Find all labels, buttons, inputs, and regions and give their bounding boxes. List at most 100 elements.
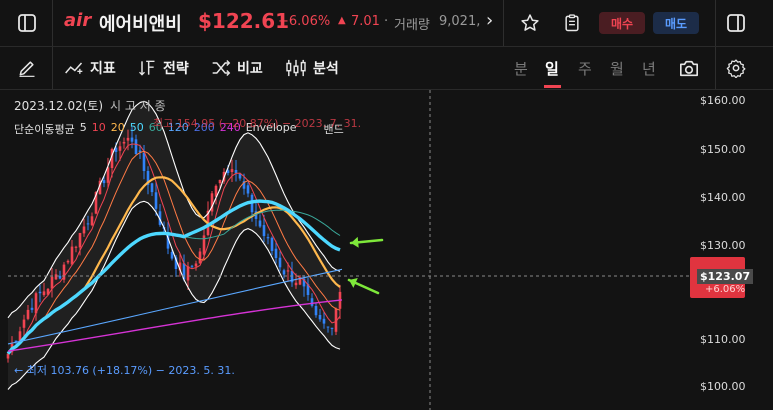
info-ohlc: 시 고 저 종 <box>110 99 166 113</box>
candle-body <box>190 265 194 267</box>
candle-body <box>78 233 82 248</box>
candle-body <box>258 220 262 227</box>
camera-icon[interactable] <box>676 56 702 80</box>
top-bar: air 에어비앤비 $122.61 +6.06% ▲ 7.01 · 거래량 9,… <box>0 0 773 47</box>
candle-body <box>218 179 222 184</box>
more-chevron-icon[interactable]: › <box>486 10 493 31</box>
candle-body <box>310 298 314 306</box>
candle-body <box>22 319 26 328</box>
star-icon[interactable] <box>517 11 543 35</box>
divider <box>52 47 53 89</box>
candle-body <box>262 225 266 236</box>
indicator-icon <box>65 62 83 74</box>
candle-body <box>82 226 86 234</box>
candle-body <box>118 146 122 151</box>
info-date: 2023.12.02(토) <box>14 99 104 113</box>
indicator-button[interactable]: 지표 <box>64 58 116 78</box>
gear-icon[interactable] <box>723 56 749 80</box>
period-month[interactable]: 월 <box>610 58 624 79</box>
candle-body <box>326 326 330 328</box>
period-week[interactable]: 주 <box>578 58 592 79</box>
current-price: $122.61 <box>198 9 290 33</box>
candle-body <box>186 266 190 281</box>
high-marker: 최고 154.95 (−20.87%) − 2023. 7. 31. <box>153 117 362 130</box>
compare-icon <box>212 60 231 76</box>
candle-body <box>42 291 46 296</box>
price-axis-label: $100.00 <box>700 380 746 393</box>
candle-body <box>150 183 154 193</box>
stock-name: 에어비앤비 <box>99 14 182 35</box>
annotation-arrow-upper-head <box>351 236 359 248</box>
candle-body <box>286 270 290 272</box>
volume-label: · <box>384 14 389 29</box>
envelope-band-fill <box>8 101 340 390</box>
price-axis-label: $150.00 <box>700 143 746 156</box>
candle-body <box>126 137 130 141</box>
candle-body <box>266 237 270 239</box>
candle-body <box>246 185 250 194</box>
sell-button[interactable]: 매도 <box>653 12 699 34</box>
ma-legend-10: 10 <box>91 121 106 134</box>
change-absolute: 7.01 <box>351 14 380 29</box>
strategy-icon <box>139 60 155 76</box>
candle-body <box>58 275 62 279</box>
panel-icon[interactable] <box>723 11 749 35</box>
candle-body <box>278 257 282 268</box>
analysis-icon <box>286 59 306 77</box>
candle-body <box>330 327 334 329</box>
divider <box>503 0 504 46</box>
buy-button[interactable]: 매수 <box>599 12 645 34</box>
candle-body <box>38 291 42 294</box>
candle-body <box>90 216 94 226</box>
candle-body <box>74 246 78 248</box>
candle-body <box>30 307 34 310</box>
candle-body <box>234 170 238 174</box>
strategy-label: 전략 <box>163 61 189 77</box>
compare-label: 비교 <box>237 61 263 77</box>
candle-body <box>130 137 134 142</box>
price-axis-label: $160.00 <box>700 94 746 107</box>
sidebar-toggle-icon[interactable] <box>14 11 40 35</box>
candle-body <box>194 263 198 267</box>
low-marker: ← 최저 103.76 (+18.17%) − 2023. 5. 31. <box>14 364 235 377</box>
candle-body <box>170 252 174 259</box>
ma-legend-50: 50 <box>129 121 144 134</box>
candle-body <box>134 139 138 154</box>
candle-body <box>54 274 58 280</box>
up-triangle-icon: ▲ <box>338 15 346 26</box>
current-price-pct: +6.06% <box>705 284 746 295</box>
volume-value: 9,021, <box>439 14 481 29</box>
candle-body <box>142 152 146 171</box>
candle-body <box>198 251 202 264</box>
candle-body <box>26 309 30 319</box>
change-percent: +6.06% <box>278 14 331 29</box>
candle-body <box>282 270 286 275</box>
candle-body <box>270 237 274 251</box>
price-axis-label: $110.00 <box>700 333 746 346</box>
candle-body <box>318 315 322 320</box>
period-day[interactable]: 일 <box>545 58 559 79</box>
candle-body <box>230 169 234 172</box>
clipboard-icon[interactable] <box>559 11 585 35</box>
price-axis-label: $140.00 <box>700 191 746 204</box>
indicator-label: 지표 <box>90 61 116 77</box>
chart-area[interactable]: 2023.12.02(토) 시 고 저 종 단순이동평균 5 10 20 50 … <box>0 90 773 410</box>
period-year[interactable]: 년 <box>642 58 656 79</box>
candle-body <box>322 318 326 324</box>
strategy-button[interactable]: 전략 <box>137 58 189 78</box>
period-minute[interactable]: 분 <box>514 58 528 79</box>
divider <box>715 0 716 46</box>
current-price-tag: $123.07 <box>697 269 754 284</box>
candle-body <box>274 248 278 258</box>
compare-button[interactable]: 비교 <box>211 58 263 78</box>
chart-toolbar: 지표 전략 비교 분석 분 일 주 월 년 <box>0 47 773 90</box>
candle-body <box>122 142 126 144</box>
ma-legend-title: 단순이동평균 <box>14 123 75 136</box>
pencil-icon[interactable] <box>14 56 40 80</box>
active-period-underline <box>544 85 561 88</box>
price-axis-label: $130.00 <box>700 239 746 252</box>
ma-legend-20: 20 <box>110 121 125 134</box>
candle-body <box>66 260 70 263</box>
divider <box>715 47 716 89</box>
analysis-button[interactable]: 분석 <box>285 58 339 78</box>
